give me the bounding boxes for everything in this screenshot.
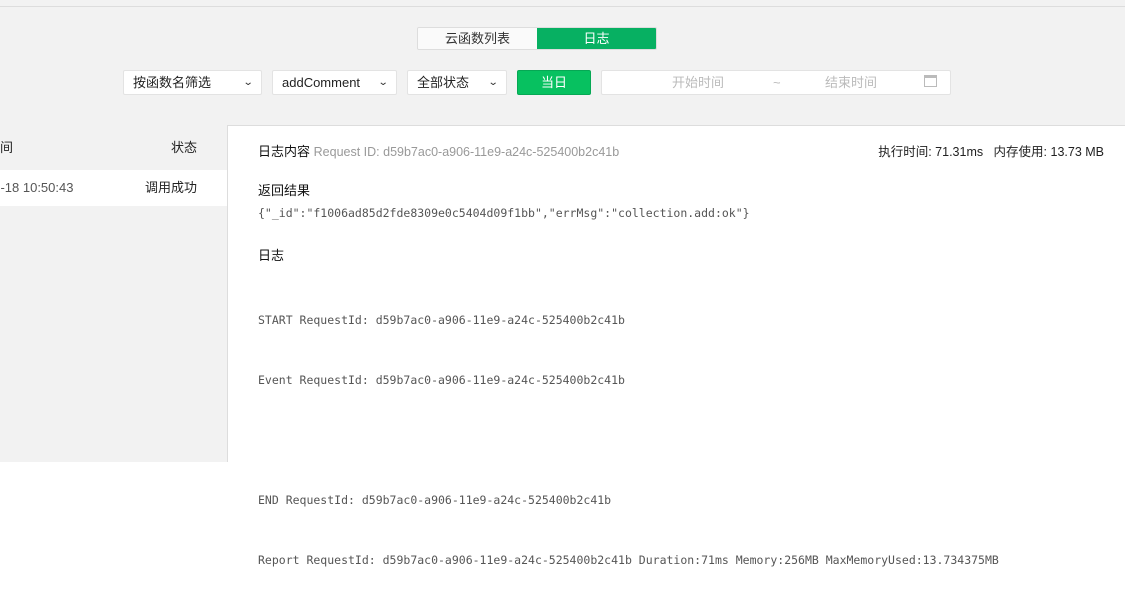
- memory-usage: 内存使用: 13.73 MB: [993, 145, 1104, 159]
- log-list: 时间 状态 07-18 10:50:43 调用成功: [0, 125, 228, 462]
- tab-function-list[interactable]: 云函数列表: [418, 28, 537, 49]
- divider: [0, 6, 1125, 7]
- today-button[interactable]: 当日: [517, 70, 591, 95]
- chevron-down-icon: ⌄: [377, 77, 389, 88]
- start-time-input[interactable]: 开始时间: [672, 71, 724, 95]
- chevron-down-icon: ⌄: [487, 77, 499, 88]
- chevron-down-icon: ⌄: [242, 77, 254, 88]
- tab-logs[interactable]: 日志: [537, 28, 656, 49]
- detail-stats: 执行时间: 71.31ms 内存使用: 13.73 MB: [878, 141, 1104, 160]
- log-detail: 日志内容 Request ID: d59b7ac0-a906-11e9-a24c…: [228, 125, 1125, 567]
- log-line: START RequestId: d59b7ac0-a906-11e9-a24c…: [258, 313, 625, 327]
- function-name-value: addComment: [282, 75, 361, 90]
- result-heading: 返回结果: [258, 183, 311, 198]
- range-separator: ~: [773, 75, 781, 90]
- function-name-select[interactable]: addComment ⌄: [272, 70, 397, 95]
- log-time: 07-18 10:50:43: [0, 180, 74, 195]
- exec-time: 执行时间: 71.31ms: [878, 145, 984, 159]
- log-status: 调用成功: [145, 180, 198, 195]
- header-time: 时间: [0, 140, 14, 155]
- log-line: Report RequestId: d59b7ac0-a906-11e9-a24…: [258, 553, 999, 567]
- list-item[interactable]: 07-18 10:50:43 调用成功: [0, 170, 227, 206]
- log-line: END RequestId: d59b7ac0-a906-11e9-a24c-5…: [258, 493, 612, 507]
- calendar-icon[interactable]: [924, 75, 937, 87]
- log-line: Event RequestId: d59b7ac0-a906-11e9-a24c…: [258, 373, 625, 387]
- view-tabs: 云函数列表 日志: [417, 27, 657, 50]
- toolbar-area: 云函数列表 日志 按函数名筛选 ⌄ addComment ⌄ 全部状态 ⌄ 当日 开始…: [0, 0, 1125, 126]
- status-value: 全部状态: [417, 75, 470, 90]
- header-status: 状态: [171, 140, 198, 155]
- filter-type-select[interactable]: 按函数名筛选 ⌄: [123, 70, 262, 95]
- result-content: {"_id":"f1006ad85d2fde8309e0c5404d09f1bb…: [258, 206, 750, 220]
- date-range-picker[interactable]: 开始时间 ~ 结束时间: [601, 70, 951, 95]
- status-select[interactable]: 全部状态 ⌄: [407, 70, 507, 95]
- request-id: Request ID: d59b7ac0-a906-11e9-a24c-5254…: [313, 145, 620, 159]
- detail-title: 日志内容: [258, 144, 311, 159]
- detail-header: 日志内容 Request ID: d59b7ac0-a906-11e9-a24c…: [258, 141, 619, 160]
- filter-type-value: 按函数名筛选: [133, 75, 212, 90]
- log-heading: 日志: [258, 248, 285, 263]
- log-lines: START RequestId: d59b7ac0-a906-11e9-a24c…: [258, 270, 999, 610]
- end-time-input[interactable]: 结束时间: [825, 71, 877, 95]
- list-header: 时间 状态: [0, 125, 227, 170]
